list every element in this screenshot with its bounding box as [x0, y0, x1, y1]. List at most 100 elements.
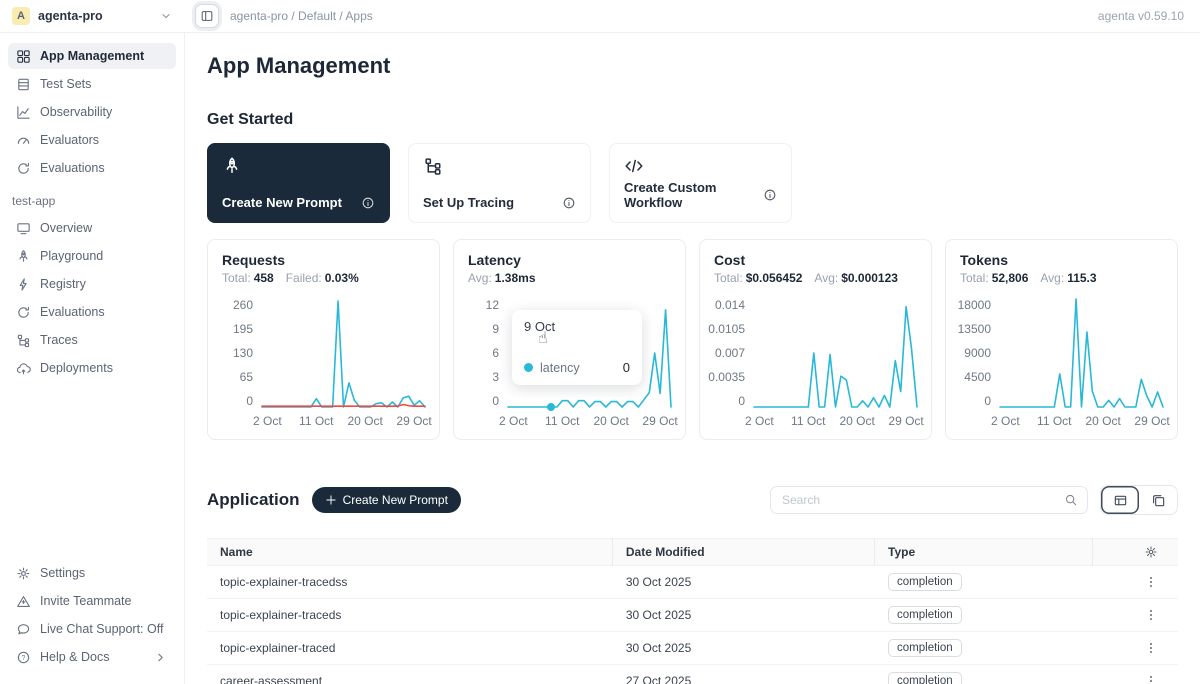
svg-text:?: ?: [22, 654, 26, 661]
card-view-button[interactable]: [1139, 486, 1177, 514]
version-label: agenta v0.59.10: [1098, 9, 1200, 23]
get-started-card-create-new-prompt[interactable]: Create New Prompt: [207, 143, 390, 223]
app-name: topic-explainer-traced: [207, 641, 613, 655]
view-toggle: [1100, 485, 1178, 515]
sidebar-footer-item-help-docs[interactable]: ? Help & Docs: [8, 644, 176, 670]
traces-icon: [423, 156, 443, 176]
table-view-button[interactable]: [1101, 486, 1139, 514]
sidebar-app-item-evaluations[interactable]: Evaluations: [8, 299, 176, 325]
kebab-menu-icon[interactable]: [1144, 575, 1158, 589]
chart-card-latency: LatencyAvg:1.38ms1296302 Oct11 Oct20 Oct…: [453, 239, 686, 440]
chart-stat: Failed:0.03%: [286, 271, 359, 285]
create-new-prompt-button[interactable]: Create New Prompt: [312, 487, 461, 513]
sidebar-footer-item-live-chat-support-off[interactable]: Live Chat Support: Off: [8, 616, 176, 642]
app-name: career-assessment: [207, 674, 613, 684]
sidebar-footer-nav: SettingsInvite TeammateLive Chat Support…: [8, 560, 176, 672]
sidebar-app-item-traces[interactable]: Traces: [8, 327, 176, 353]
application-header-row: Application Create New Prompt: [207, 476, 1178, 524]
y-axis-labels: 260195130650: [222, 299, 262, 407]
column-header-name: Name: [207, 539, 613, 565]
sidebar-main-nav: App Management Test Sets Observability Eval…: [8, 43, 176, 183]
gear-icon[interactable]: [1144, 545, 1158, 559]
x-axis-labels: 2 Oct11 Oct20 Oct29 Oct: [754, 414, 917, 429]
main-content: App Management Get Started Create New Pr…: [185, 33, 1200, 684]
workspace-avatar: A: [12, 7, 30, 25]
sidebar-app-item-registry[interactable]: Registry: [8, 271, 176, 297]
nav-item-label: Help & Docs: [40, 649, 109, 665]
column-settings-cell: [1093, 539, 1178, 565]
sidebar-app-item-overview[interactable]: Overview: [8, 215, 176, 241]
chevron-down-icon: [159, 9, 173, 23]
sidebar-app-item-deployments[interactable]: Deployments: [8, 355, 176, 381]
nav-item-label: Deployments: [40, 360, 113, 376]
row-actions-cell: [1093, 575, 1178, 589]
code-icon: [624, 156, 644, 176]
table-row-topic-explainer-traced[interactable]: topic-explainer-traced30 Oct 2025complet…: [207, 632, 1178, 665]
chart-stat: Avg:$0.000123: [814, 271, 898, 285]
chart-stat: Total:458: [222, 271, 274, 285]
card-label: Create New Prompt: [222, 195, 342, 210]
chart-card-tokens: TokensTotal:52,806Avg:115.31800013500900…: [945, 239, 1178, 440]
sidebar-footer-item-settings[interactable]: Settings: [8, 560, 176, 586]
get-started-card-set-up-tracing[interactable]: Set Up Tracing: [408, 143, 591, 223]
app-type-cell: completion: [875, 573, 1093, 591]
applications-table: NameDate ModifiedType topic-explainer-tr…: [207, 538, 1178, 684]
page-title: App Management: [207, 53, 1178, 79]
y-axis-labels: 1800013500900045000: [960, 299, 1000, 407]
app-type-cell: completion: [875, 606, 1093, 624]
table-row-topic-explainer-tracedss[interactable]: topic-explainer-tracedss30 Oct 2025compl…: [207, 566, 1178, 599]
sidebar-footer-item-invite-teammate[interactable]: Invite Teammate: [8, 588, 176, 614]
nav-item-label: Observability: [40, 104, 112, 120]
nav-item-label: App Management: [40, 48, 144, 64]
app-date-modified: 30 Oct 2025: [613, 575, 875, 589]
plus-icon: [325, 494, 337, 506]
chart-stats: Avg:1.38ms: [468, 271, 671, 285]
chart-stats: Total:458 Failed:0.03%: [222, 271, 425, 285]
kebab-menu-icon[interactable]: [1144, 641, 1158, 655]
chart-stat: Avg:1.38ms: [468, 271, 536, 285]
workspace-selector[interactable]: A agenta-pro: [0, 7, 185, 25]
column-header-date-modified: Date Modified: [613, 539, 875, 565]
type-badge: completion: [888, 606, 962, 624]
nav-item-label: Evaluators: [40, 132, 99, 148]
help-icon: ?: [16, 650, 31, 665]
kebab-menu-icon[interactable]: [1144, 674, 1158, 684]
evaluations-icon: [16, 305, 31, 320]
get-started-card-create-custom-workflow[interactable]: Create Custom Workflow: [609, 143, 792, 223]
kebab-menu-icon[interactable]: [1144, 608, 1158, 622]
breadcrumb[interactable]: agenta-pro / Default / Apps: [230, 9, 373, 23]
chart-title: Requests: [222, 252, 425, 268]
nav-item-label: Registry: [40, 276, 86, 292]
evaluations-icon: [16, 161, 31, 176]
sidebar-item-evaluations[interactable]: Evaluations: [8, 155, 176, 181]
sidebar-item-observability[interactable]: Observability: [8, 99, 176, 125]
type-badge: completion: [888, 672, 962, 684]
sidebar-item-evaluators[interactable]: Evaluators: [8, 127, 176, 153]
sidebar-toggle-button[interactable]: [195, 4, 219, 28]
y-axis-labels: 129630: [468, 299, 508, 407]
chart-title: Latency: [468, 252, 671, 268]
type-badge: completion: [888, 639, 962, 657]
table-header: NameDate ModifiedType: [207, 538, 1178, 566]
nav-item-label: Evaluations: [40, 304, 105, 320]
search-input[interactable]: [780, 492, 1058, 508]
table-row-career-assessment[interactable]: career-assessment27 Oct 2025completion: [207, 665, 1178, 684]
sidebar-item-app-management[interactable]: App Management: [8, 43, 176, 69]
charts-row: Requests Total:458 Failed:0.03% 26019513065…: [207, 239, 1178, 440]
chart-title: Cost: [714, 252, 917, 268]
search-icon[interactable]: [1064, 493, 1078, 507]
chat-icon: [16, 622, 31, 637]
chart-plot[interactable]: [754, 299, 917, 407]
bolt-icon: [16, 277, 31, 292]
table-view-icon: [1113, 493, 1128, 508]
table-row-topic-explainer-traceds[interactable]: topic-explainer-traceds30 Oct 2025comple…: [207, 599, 1178, 632]
sidebar-app-item-playground[interactable]: Playground: [8, 243, 176, 269]
series-dot: [524, 363, 533, 372]
chart-tooltip: 9 Octlatency0: [512, 310, 642, 385]
sidebar-item-test-sets[interactable]: Test Sets: [8, 71, 176, 97]
chart-stats: Total:$0.056452Avg:$0.000123: [714, 271, 917, 285]
get-started-title: Get Started: [207, 111, 1178, 129]
chart-plot[interactable]: [1000, 299, 1163, 407]
chart-plot[interactable]: [262, 299, 425, 407]
test-sets-icon: [16, 77, 31, 92]
